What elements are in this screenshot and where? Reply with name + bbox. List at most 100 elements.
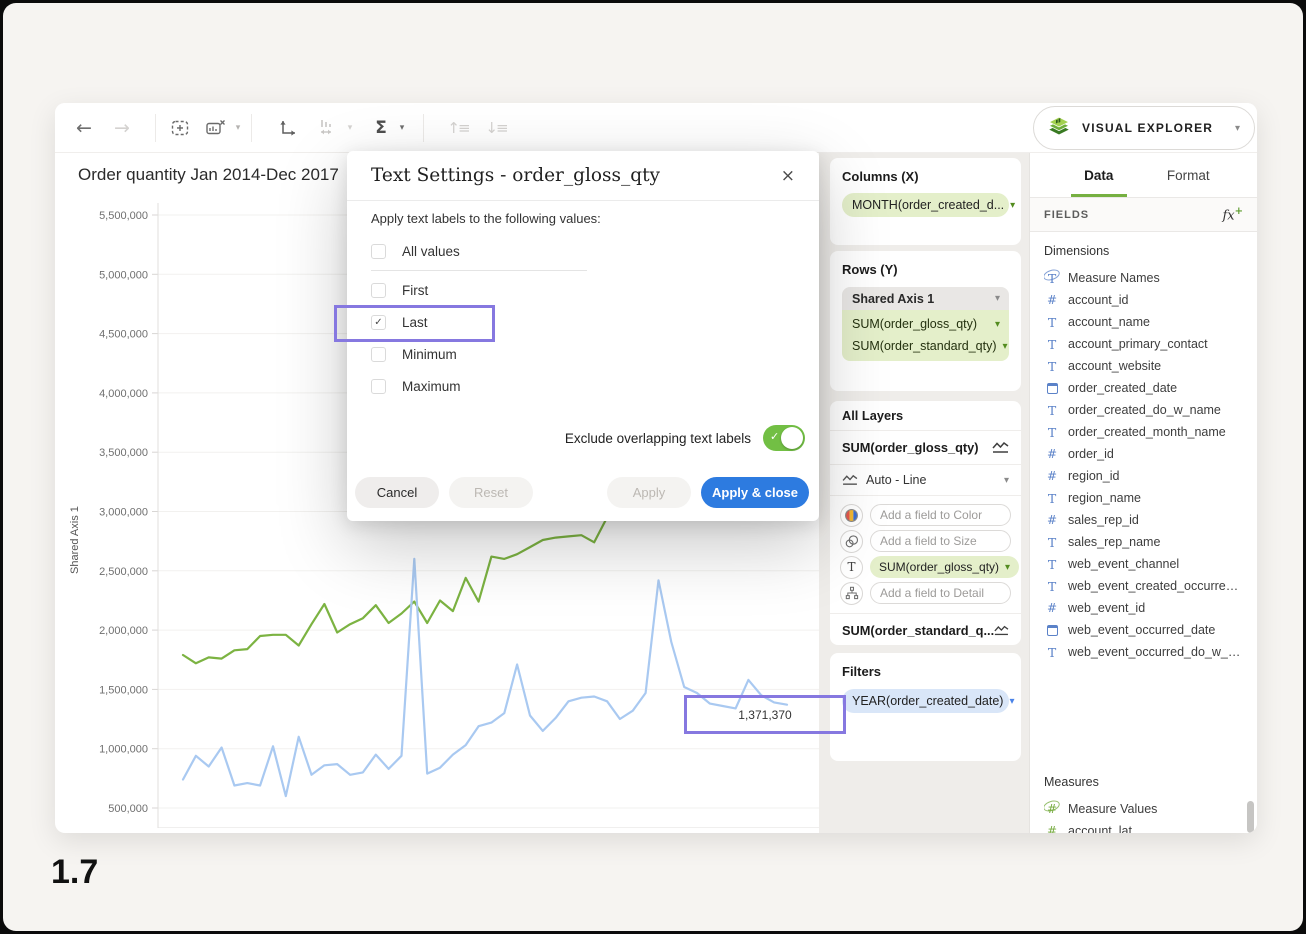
field-row[interactable]: order_created_date	[1044, 377, 1243, 399]
rows-pill-label: SUM(order_standard_qty)	[852, 339, 997, 353]
lasso-text-icon: T	[1044, 271, 1060, 286]
field-row[interactable]: Taccount_primary_contact	[1044, 333, 1243, 355]
field-row[interactable]: Tweb_event_channel	[1044, 553, 1243, 575]
chevron-down-icon: ▾	[1235, 123, 1240, 134]
checkbox-unchecked[interactable]	[371, 244, 386, 259]
lasso-number-icon: #	[1044, 802, 1060, 816]
aggregate-menu[interactable]: ▾	[395, 103, 409, 153]
field-row[interactable]: #sales_rep_id	[1044, 509, 1243, 531]
checkbox-row-minimum: Minimum	[371, 338, 587, 370]
svg-text:5,500,000: 5,500,000	[99, 210, 148, 222]
calendar-icon	[1044, 625, 1060, 636]
text-icon[interactable]: T	[840, 556, 863, 579]
checkbox-unchecked[interactable]	[371, 379, 386, 394]
modal-header: Text Settings - order_gloss_qty ×	[347, 151, 819, 201]
tab-format[interactable]: Format	[1144, 153, 1234, 197]
chevron-down-icon: ▾	[1004, 475, 1009, 486]
series-line-SUMorder_standard_qty[interactable]	[183, 559, 787, 796]
new-visualization-button[interactable]	[165, 103, 199, 153]
cancel-button[interactable]: Cancel	[355, 477, 439, 508]
mark-type-dropdown[interactable]: Auto - Line ▾	[830, 465, 1021, 496]
resize-marks-menu[interactable]: ▾	[343, 103, 357, 153]
checkbox-label: All values	[402, 244, 460, 259]
line-mark-icon	[992, 441, 1009, 454]
shared-axis-pill[interactable]: Shared Axis 1 ▾	[842, 287, 1009, 310]
last-value-label: 1,371,370	[738, 708, 791, 722]
layer-standard-header[interactable]: SUM(order_standard_q...	[830, 614, 1021, 646]
field-row[interactable]: #account_id	[1044, 289, 1243, 311]
svg-text:4,000,000: 4,000,000	[99, 388, 148, 400]
detail-icon[interactable]	[840, 582, 863, 605]
text-field-pill[interactable]: SUM(order_gloss_qty) ▾	[870, 556, 1019, 578]
toggle-row: Exclude overlapping text labels ✓	[565, 425, 805, 451]
field-label: account_id	[1068, 293, 1128, 307]
color-field-dropzone[interactable]: Add a field to Color	[870, 504, 1011, 526]
resize-marks-button[interactable]	[313, 103, 343, 153]
app-window: ← →	[55, 103, 1257, 833]
columns-pill[interactable]: MONTH(order_created_d... ▾	[842, 193, 1009, 217]
close-icon[interactable]: ×	[781, 166, 795, 186]
apply-button[interactable]: Apply	[607, 477, 691, 508]
chevron-down-icon: ▾	[995, 319, 1000, 330]
layer-title: SUM(order_standard_q...	[842, 623, 994, 638]
clear-visualization-button[interactable]	[201, 103, 231, 153]
rows-pill-gloss[interactable]: SUM(order_gloss_qty) ▾	[842, 313, 1009, 335]
field-row[interactable]: #region_id	[1044, 465, 1243, 487]
resize-marks-icon	[318, 118, 338, 138]
sort-ascending-button[interactable]: ↑≡	[443, 103, 473, 153]
back-arrow-icon: ←	[76, 117, 92, 139]
aggregate-button[interactable]: Σ	[367, 103, 395, 153]
field-row[interactable]: #account_lat	[1044, 820, 1243, 833]
back-button[interactable]: ←	[69, 103, 99, 153]
checkbox-label: First	[402, 283, 428, 298]
field-row[interactable]: Tweb_event_created_occurred_na...	[1044, 575, 1243, 597]
field-row[interactable]: #Measure Values	[1044, 798, 1243, 820]
encoding-rows: Add a field to Color Add a field to Size	[830, 496, 1021, 614]
number-icon: #	[1044, 601, 1060, 615]
scrollbar-thumb[interactable]	[1247, 801, 1254, 833]
layer-gloss-header[interactable]: SUM(order_gloss_qty)	[830, 431, 1021, 465]
exclude-overlap-toggle[interactable]: ✓	[763, 425, 805, 451]
field-row[interactable]: Tregion_name	[1044, 487, 1243, 509]
text-icon: T	[1044, 491, 1060, 506]
field-row[interactable]: TMeasure Names	[1044, 267, 1243, 289]
size-icon[interactable]	[840, 530, 863, 553]
rows-pill-label: SUM(order_gloss_qty)	[852, 317, 977, 331]
swap-axes-button[interactable]	[271, 103, 305, 153]
field-row[interactable]: # web_event_id	[1044, 597, 1243, 619]
shared-axis-group: SUM(order_gloss_qty) ▾ SUM(order_standar…	[842, 310, 1009, 361]
data-label-highlight-box: 1,371,370	[684, 695, 846, 734]
field-row[interactable]: web_event_occurred_date	[1044, 619, 1243, 641]
field-label: web_event_id	[1068, 601, 1145, 615]
field-row[interactable]: Taccount_website	[1044, 355, 1243, 377]
filter-pill[interactable]: YEAR(order_created_date) ▾	[842, 689, 1009, 713]
checkbox-unchecked[interactable]	[371, 347, 386, 362]
field-row[interactable]: Torder_created_month_name	[1044, 421, 1243, 443]
tab-data[interactable]: Data	[1054, 153, 1144, 197]
field-row[interactable]: #order_id	[1044, 443, 1243, 465]
detail-field-dropzone[interactable]: Add a field to Detail	[870, 582, 1011, 604]
checkbox-unchecked[interactable]	[371, 283, 386, 298]
sort-descending-button[interactable]: ↓≡	[481, 103, 511, 153]
field-row[interactable]: Taccount_name	[1044, 311, 1243, 333]
size-field-dropzone[interactable]: Add a field to Size	[870, 530, 1011, 552]
check-icon: ✓	[770, 430, 779, 443]
clear-visualization-menu[interactable]: ▾	[231, 103, 245, 153]
apply-close-button[interactable]: Apply & close	[701, 477, 809, 508]
text-icon: T	[1044, 557, 1060, 572]
chevron-down-icon: ▾	[1009, 696, 1014, 707]
chevron-down-icon: ▾	[1003, 341, 1008, 352]
reset-button[interactable]: Reset	[449, 477, 533, 508]
shared-axis-label: Shared Axis 1	[852, 292, 934, 306]
add-calculated-field-icon[interactable]: fx+	[1222, 206, 1243, 223]
color-icon[interactable]	[840, 504, 863, 527]
columns-shelf-label: Columns (X)	[842, 169, 1009, 184]
field-row[interactable]: Tsales_rep_name	[1044, 531, 1243, 553]
columns-shelf: Columns (X) MONTH(order_created_d... ▾	[830, 158, 1021, 245]
color-placeholder: Add a field to Color	[880, 508, 982, 522]
field-row[interactable]: Tweb_event_occurred_do_w_name	[1044, 641, 1243, 663]
rows-pill-standard[interactable]: SUM(order_standard_qty) ▾	[842, 335, 1009, 357]
visual-explorer-menu-button[interactable]: VISUAL EXPLORER ▾	[1033, 106, 1255, 150]
field-row[interactable]: Torder_created_do_w_name	[1044, 399, 1243, 421]
forward-button[interactable]: →	[107, 103, 137, 153]
